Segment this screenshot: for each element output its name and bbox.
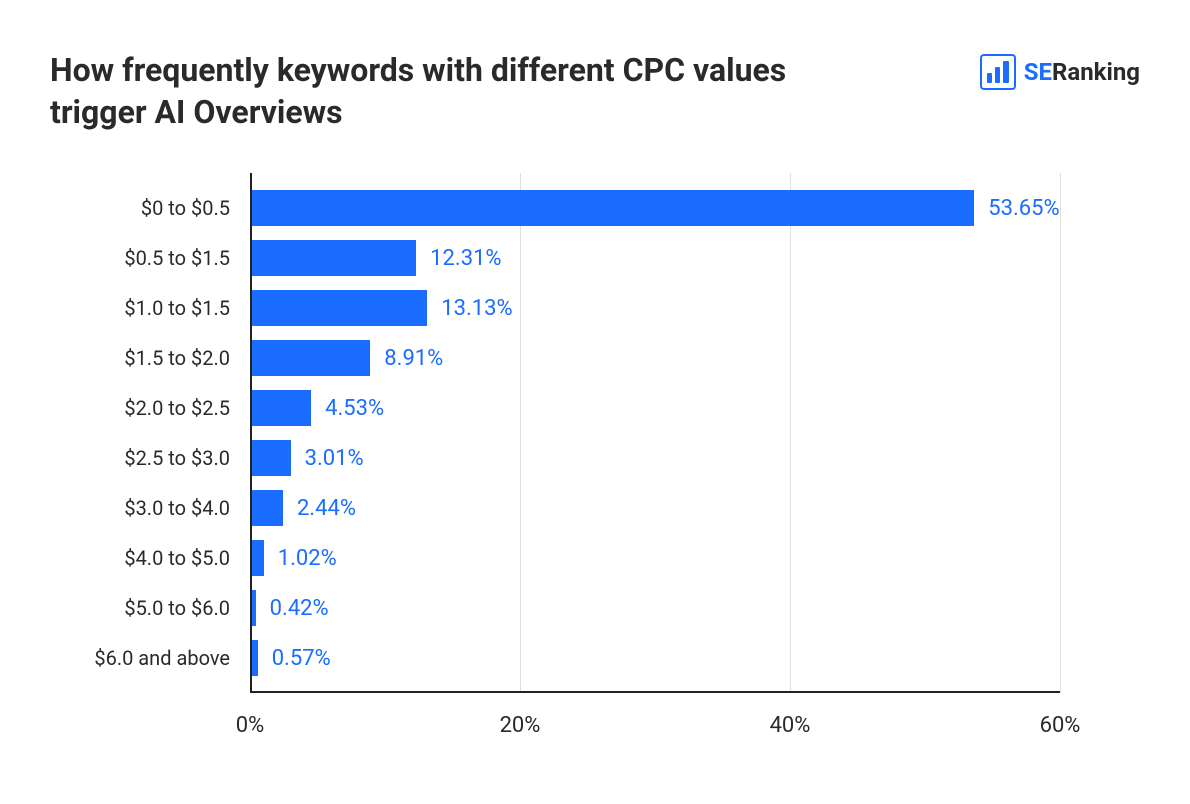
x-tick-label: 0% <box>236 713 264 738</box>
brand-logo: SERanking <box>980 50 1140 90</box>
category-label: $4.0 to $5.0 <box>50 540 240 576</box>
category-label: $2.0 to $2.5 <box>50 390 240 426</box>
bar-row: 4.53% <box>250 390 1060 426</box>
bar-value-label: 12.31% <box>430 246 501 271</box>
bar-value-label: 0.42% <box>270 596 329 621</box>
category-label: $3.0 to $4.0 <box>50 490 240 526</box>
bar-value-label: 8.91% <box>384 346 443 371</box>
bar-row: 0.42% <box>250 590 1060 626</box>
x-tick-label: 40% <box>770 713 811 738</box>
bar <box>250 340 370 376</box>
bar-value-label: 0.57% <box>272 646 331 671</box>
bar <box>250 440 291 476</box>
bar <box>250 240 416 276</box>
bar-row: 12.31% <box>250 240 1060 276</box>
chart-title: How frequently keywords with different C… <box>50 50 810 133</box>
category-label: $6.0 and above <box>50 640 240 676</box>
bar <box>250 290 427 326</box>
bar-row: 1.02% <box>250 540 1060 576</box>
bar <box>250 190 974 226</box>
bar <box>250 540 264 576</box>
bar <box>250 490 283 526</box>
bar-value-label: 13.13% <box>441 296 512 321</box>
bar-value-label: 1.02% <box>278 546 337 571</box>
bar <box>250 390 311 426</box>
bar-row: 0.57% <box>250 640 1060 676</box>
chart-area: $0 to $0.5 $0.5 to $1.5 $1.0 to $1.5 $1.… <box>50 173 1140 753</box>
category-label: $2.5 to $3.0 <box>50 440 240 476</box>
gridline <box>1060 173 1061 693</box>
brand-bar-chart-icon <box>980 54 1016 90</box>
category-label: $1.5 to $2.0 <box>50 340 240 376</box>
x-axis-ticks: 0% 20% 40% 60% <box>250 703 1060 753</box>
category-label: $5.0 to $6.0 <box>50 590 240 626</box>
category-label: $1.0 to $1.5 <box>50 290 240 326</box>
bar-row: 2.44% <box>250 490 1060 526</box>
brand-name: SERanking <box>1024 58 1140 86</box>
category-label: $0 to $0.5 <box>50 190 240 226</box>
x-tick-label: 20% <box>500 713 541 738</box>
bar-row: 13.13% <box>250 290 1060 326</box>
bar-row: 8.91% <box>250 340 1060 376</box>
bars-container: 53.65% 12.31% 13.13% 8.91% 4.53% <box>250 183 1060 683</box>
bar-value-label: 53.65% <box>988 196 1059 221</box>
y-axis-line <box>250 173 252 693</box>
x-axis-line <box>250 691 1060 693</box>
bar-row: 3.01% <box>250 440 1060 476</box>
bar-row: 53.65% <box>250 190 1060 226</box>
plot-area: 53.65% 12.31% 13.13% 8.91% 4.53% <box>250 173 1060 693</box>
x-tick-label: 60% <box>1040 713 1081 738</box>
y-axis-labels: $0 to $0.5 $0.5 to $1.5 $1.0 to $1.5 $1.… <box>50 183 240 683</box>
category-label: $0.5 to $1.5 <box>50 240 240 276</box>
bar-value-label: 2.44% <box>297 496 356 521</box>
bar-value-label: 4.53% <box>325 396 384 421</box>
bar-value-label: 3.01% <box>305 446 364 471</box>
